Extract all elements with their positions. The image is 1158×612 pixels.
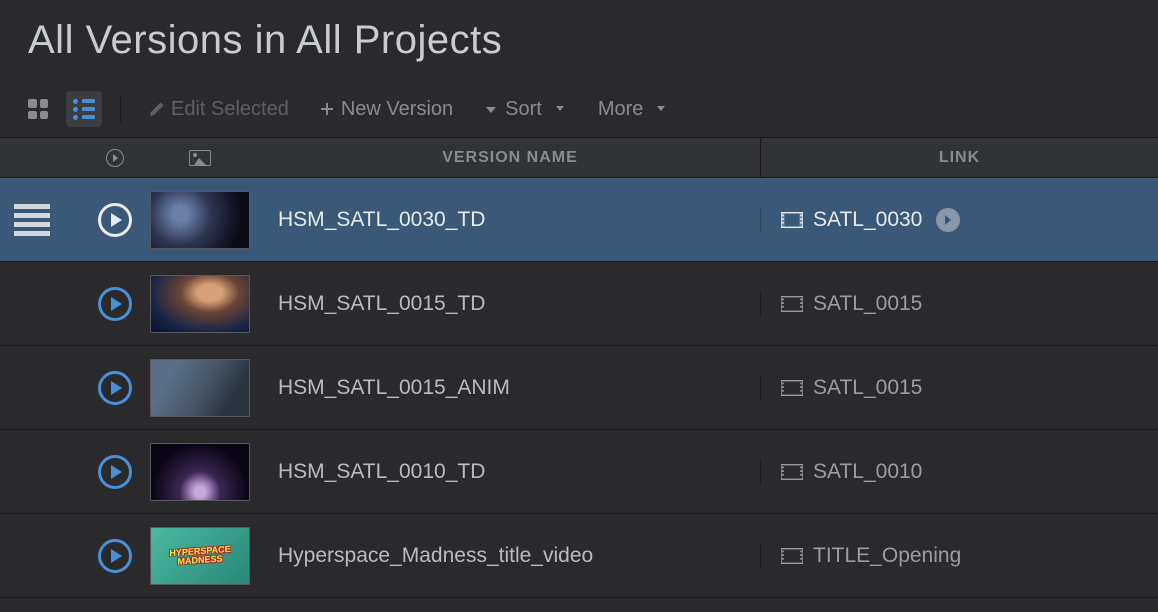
play-button[interactable] bbox=[90, 287, 140, 321]
edit-label: Edit Selected bbox=[171, 98, 289, 121]
link-cell[interactable]: SATL_0015 bbox=[781, 376, 922, 400]
film-icon bbox=[781, 210, 803, 230]
film-icon bbox=[781, 294, 803, 314]
sort-label: Sort bbox=[505, 98, 542, 121]
divider bbox=[120, 95, 121, 123]
col-link-header[interactable]: LINK bbox=[760, 138, 1158, 178]
table-row[interactable]: HSM_SATL_0010_TD SATL_0010 bbox=[0, 430, 1158, 514]
table-row[interactable]: HSM_SATL_0015_ANIM SATL_0015 bbox=[0, 346, 1158, 430]
new-version-label: New Version bbox=[341, 98, 453, 121]
play-icon bbox=[98, 203, 132, 237]
chevron-down-icon bbox=[552, 101, 568, 117]
play-icon bbox=[98, 287, 132, 321]
page-header: All Versions in All Projects bbox=[0, 0, 1158, 81]
play-button[interactable] bbox=[90, 203, 140, 237]
list-view-button[interactable] bbox=[66, 91, 102, 127]
film-icon bbox=[781, 462, 803, 482]
link-cell[interactable]: TITLE_Opening bbox=[781, 544, 961, 568]
version-name: HSM_SATL_0030_TD bbox=[278, 208, 485, 232]
link-cell[interactable]: SATL_0030 bbox=[781, 208, 960, 232]
chevron-down-icon bbox=[653, 101, 669, 117]
col-handle-header bbox=[0, 138, 90, 178]
link-cell[interactable]: SATL_0010 bbox=[781, 460, 922, 484]
link-text: SATL_0015 bbox=[813, 376, 922, 400]
play-icon bbox=[98, 371, 132, 405]
plus-icon bbox=[319, 101, 335, 117]
link-arrow-icon[interactable] bbox=[936, 208, 960, 232]
thumbnail[interactable] bbox=[140, 191, 260, 249]
version-name: Hyperspace_Madness_title_video bbox=[278, 544, 593, 568]
table-header: VERSION NAME LINK bbox=[0, 138, 1158, 178]
thumb-label: HYPERSPACE MADNESS bbox=[151, 543, 249, 568]
thumbnail[interactable] bbox=[140, 275, 260, 333]
version-name: HSM_SATL_0010_TD bbox=[278, 460, 485, 484]
col-play-header[interactable] bbox=[90, 138, 140, 178]
pencil-icon bbox=[149, 101, 165, 117]
play-button[interactable] bbox=[90, 371, 140, 405]
film-icon bbox=[781, 546, 803, 566]
image-icon bbox=[189, 150, 211, 166]
link-text: SATL_0010 bbox=[813, 460, 922, 484]
link-text: TITLE_Opening bbox=[813, 544, 961, 568]
col-version-name-header[interactable]: VERSION NAME bbox=[260, 138, 760, 178]
thumbnail[interactable] bbox=[140, 359, 260, 417]
play-icon bbox=[98, 455, 132, 489]
more-button[interactable]: More bbox=[588, 92, 680, 127]
col-thumb-header[interactable] bbox=[140, 138, 260, 178]
table-row[interactable]: HSM_SATL_0015_TD SATL_0015 bbox=[0, 262, 1158, 346]
version-name: HSM_SATL_0015_ANIM bbox=[278, 376, 510, 400]
sort-button[interactable]: Sort bbox=[473, 92, 578, 127]
edit-selected-button[interactable]: Edit Selected bbox=[139, 92, 299, 127]
row-drag-handle[interactable] bbox=[0, 204, 90, 236]
play-icon bbox=[98, 539, 132, 573]
grid-icon bbox=[28, 99, 48, 119]
link-cell[interactable]: SATL_0015 bbox=[781, 292, 922, 316]
list-icon bbox=[73, 99, 95, 120]
new-version-button[interactable]: New Version bbox=[309, 92, 463, 127]
play-button[interactable] bbox=[90, 539, 140, 573]
table-row[interactable]: HSM_SATL_0030_TD SATL_0030 bbox=[0, 178, 1158, 262]
sort-chevron-icon bbox=[483, 101, 499, 117]
more-label: More bbox=[598, 98, 644, 121]
play-icon bbox=[106, 149, 124, 167]
thumbnail[interactable] bbox=[140, 443, 260, 501]
grid-view-button[interactable] bbox=[20, 91, 56, 127]
version-name: HSM_SATL_0015_TD bbox=[278, 292, 485, 316]
link-text: SATL_0030 bbox=[813, 208, 922, 232]
table-row[interactable]: HYPERSPACE MADNESS Hyperspace_Madness_ti… bbox=[0, 514, 1158, 598]
thumbnail[interactable]: HYPERSPACE MADNESS bbox=[140, 527, 260, 585]
play-button[interactable] bbox=[90, 455, 140, 489]
versions-table: VERSION NAME LINK HSM_SATL_0030_TD SATL_… bbox=[0, 138, 1158, 598]
film-icon bbox=[781, 378, 803, 398]
toolbar: Edit Selected New Version Sort More bbox=[0, 81, 1158, 138]
page-title: All Versions in All Projects bbox=[28, 18, 1130, 63]
link-text: SATL_0015 bbox=[813, 292, 922, 316]
